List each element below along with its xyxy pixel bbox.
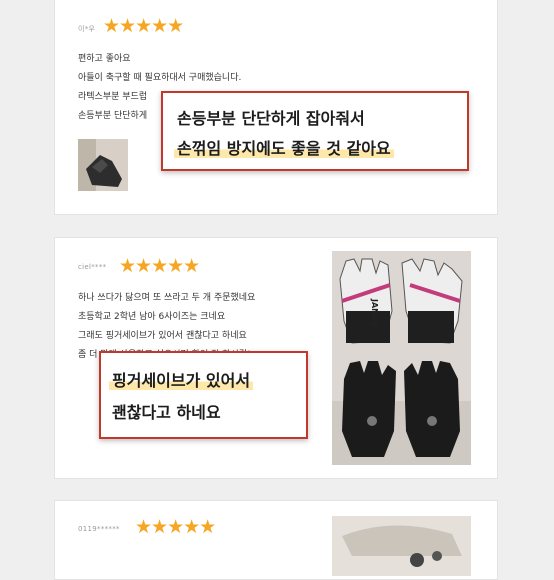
- star-rating: ★★★★★: [135, 516, 216, 538]
- glove-photo-icon: [78, 139, 128, 191]
- review-photo[interactable]: JANUS: [332, 251, 471, 465]
- review-card: 0119****** ★★★★★: [54, 500, 498, 580]
- callout-line: 괜찮다고 하네요: [112, 403, 221, 422]
- review-text-line: 하나 쓰다가 닳으며 또 쓰라고 두 개 주문했네요: [78, 293, 256, 303]
- glove-brand-text: JANUS: [370, 298, 379, 327]
- review-text-line: 초등학교 2학년 남아 6사이즈는 크네요: [78, 312, 226, 322]
- highlight-callout: 핑거세이브가 있어서 괜찮다고 하네요: [99, 351, 308, 439]
- review-photo[interactable]: [332, 516, 471, 576]
- review-text-line: 라텍스부분 부드럽: [78, 92, 148, 102]
- callout-line-highlighted: 손꺾임 방지에도 좋을 것 같아요: [174, 139, 394, 158]
- star-rating: ★★★★★: [119, 255, 200, 277]
- review-photo[interactable]: [78, 139, 128, 191]
- star-rating: ★★★★★: [103, 15, 184, 37]
- review-text-line: 아들이 축구할 때 필요하대서 구매했습니다.: [78, 73, 242, 83]
- review-author: 이*우: [78, 25, 96, 33]
- review-author: ciel****: [78, 263, 107, 271]
- goalkeeper-gloves-photo-icon: JANUS: [332, 251, 471, 465]
- review-text-line: 편하고 좋아요: [78, 54, 131, 64]
- highlight-callout: 손등부분 단단하게 잡아줘서 손꺾임 방지에도 좋을 것 같아요: [161, 91, 469, 171]
- glove-photo-icon: [332, 516, 471, 576]
- review-text-line: 손등부분 단단하게: [78, 111, 148, 121]
- callout-line: 손등부분 단단하게 잡아줘서: [177, 109, 365, 128]
- review-text-line: 그래도 핑거세이브가 있어서 괜찮다고 하네요: [78, 331, 247, 341]
- review-author: 0119******: [78, 525, 120, 533]
- callout-line-highlighted: 핑거세이브가 있어서: [109, 371, 254, 390]
